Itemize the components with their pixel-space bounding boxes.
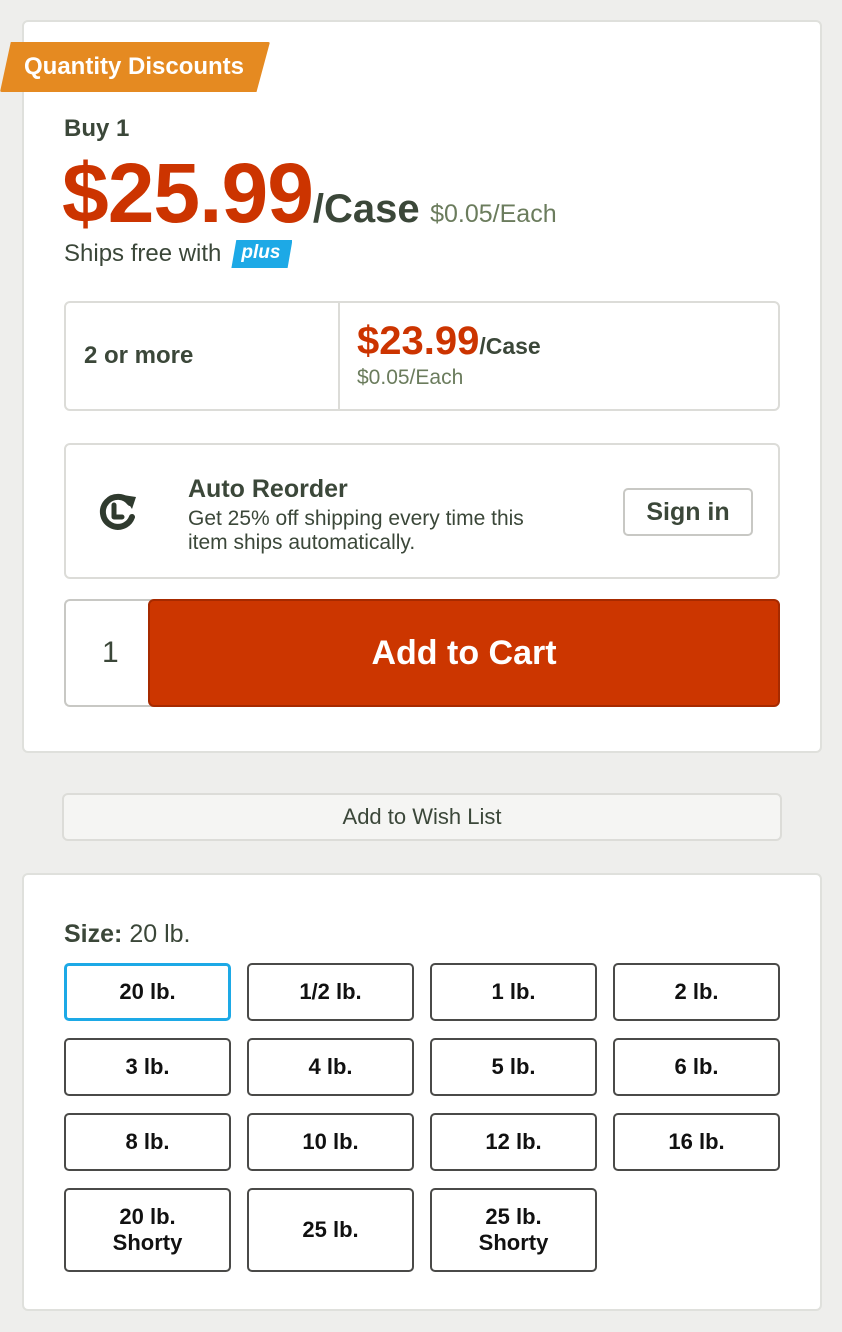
size-option[interactable]: 1 lb. [430,963,597,1021]
quantity-tier: 2 or more $23.99/Case $0.05/Each [64,301,780,411]
quantity-input[interactable] [64,599,154,707]
plus-badge[interactable]: plus [231,240,293,268]
size-option[interactable]: 2 lb. [613,963,780,1021]
size-option[interactable]: 20 lb. Shorty [64,1188,231,1272]
size-option[interactable]: 12 lb. [430,1113,597,1171]
sign-in-button[interactable]: Sign in [623,488,753,536]
size-option[interactable]: 3 lb. [64,1038,231,1096]
tier-price-each: $0.05/Each [357,366,464,389]
size-option[interactable]: 25 lb. [247,1188,414,1272]
auto-reorder-title: Auto Reorder [188,475,348,503]
main-price: $25.99 [62,146,314,240]
main-price-unit: /Case [312,187,420,231]
auto-reorder-icon [94,489,140,535]
add-to-wish-list-button[interactable]: Add to Wish List [62,793,782,841]
size-option[interactable]: 20 lb. [64,963,231,1021]
size-option[interactable]: 4 lb. [247,1038,414,1096]
add-to-cart-button[interactable]: Add to Cart [148,599,780,707]
tier-price-column: $23.99/Case $0.05/Each [340,303,541,409]
size-label: Size: [64,920,123,948]
main-price-each: $0.05/Each [430,200,557,228]
size-option[interactable]: 10 lb. [247,1113,414,1171]
auto-reorder-description: Get 25% off shipping every time this ite… [188,507,524,554]
tier-price-unit: /Case [479,333,541,359]
size-option[interactable]: 1/2 lb. [247,963,414,1021]
size-option[interactable]: 8 lb. [64,1113,231,1171]
main-price-row: $25.99/Case $0.05/Each [62,145,557,242]
size-option[interactable]: 16 lb. [613,1113,780,1171]
quantity-discounts-badge: Quantity Discounts [0,42,270,92]
ships-free-text: Ships free with [64,240,222,267]
ships-free-row: Ships free with plus [64,240,293,268]
tier-quantity-label: 2 or more [66,303,340,409]
buy-quantity-label: Buy 1 [64,115,130,142]
auto-reorder-box: Auto Reorder Get 25% off shipping every … [64,443,780,579]
size-option[interactable]: 6 lb. [613,1038,780,1096]
size-options-grid: 20 lb. 1/2 lb. 1 lb. 2 lb. 3 lb. 4 lb. 5… [64,963,780,1272]
tier-price: $23.99 [357,319,480,363]
size-selection-label: Size: 20 lb. [64,920,190,949]
size-option[interactable]: 5 lb. [430,1038,597,1096]
size-option[interactable]: 25 lb. Shorty [430,1188,597,1272]
size-selected-value: 20 lb. [129,920,191,948]
